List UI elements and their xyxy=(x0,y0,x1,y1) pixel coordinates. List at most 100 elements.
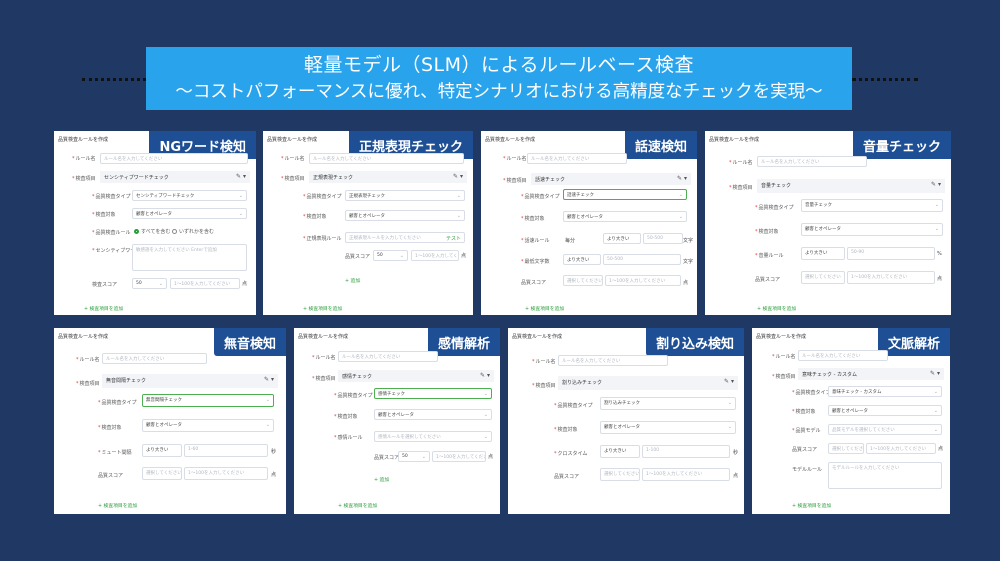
chevron-down-icon: ⌄ xyxy=(456,213,461,219)
volume-input[interactable]: 50-90 xyxy=(847,247,935,260)
panel-speech-speed: 品質検査ルールを作成 話速検知 *ルール名 ルール名を入力してください *検査項… xyxy=(481,131,697,315)
pencil-icon[interactable]: ✎ ▾ xyxy=(453,173,463,180)
chevron-down-icon: ⌄ xyxy=(265,422,270,428)
score-input[interactable]: 1〜100を入力してください xyxy=(432,451,486,462)
target-select[interactable]: 顧客とオペレータ ⌄ xyxy=(142,419,274,432)
check-type-select[interactable]: 意味チェック - カスタム ⌄ xyxy=(828,386,942,397)
banner-subtitle: ～コストパフォーマンスに優れ、特定シナリオにおける高精度なチェックを実現～ xyxy=(175,82,823,102)
pencil-icon[interactable]: ✎ ▾ xyxy=(931,181,941,188)
pencil-icon[interactable]: ✎ ▾ xyxy=(264,376,274,383)
target-select[interactable]: 顧客とオペレータ ⌄ xyxy=(801,223,943,236)
chevron-down-icon: ⌄ xyxy=(483,434,488,440)
speed-compare-select[interactable]: より大きい xyxy=(603,233,641,244)
volume-compare-select[interactable]: より大きい xyxy=(801,247,845,260)
check-type-select[interactable]: 音量チェック ⌄ xyxy=(801,199,943,212)
feature-badge: 音量チェック xyxy=(852,131,951,159)
check-type-select[interactable]: センシティブワードチェック ⌄ xyxy=(132,190,247,201)
words-input[interactable]: 敏感語を入力してください Enterで追加 xyxy=(132,244,247,271)
score-input[interactable]: 1〜100を入力してください xyxy=(847,271,935,284)
target-label: *検査対象 xyxy=(755,229,779,235)
add-item-link[interactable]: + 検査項目を追加 xyxy=(525,305,564,312)
model-select[interactable]: 品質モデルを選択してください ⌄ xyxy=(828,424,942,435)
rule-label: *品質検査ルール xyxy=(92,230,131,236)
add-item-link[interactable]: + 検査項目を追加 xyxy=(792,502,831,509)
rule-name-input[interactable]: ルール名を入力してください xyxy=(100,153,248,164)
rule-name-input[interactable]: ルール名を入力してください xyxy=(338,351,438,362)
score-select[interactable]: 選択してください xyxy=(142,467,182,480)
score-input[interactable]: 1〜100を入力してください xyxy=(170,278,240,289)
pencil-icon[interactable]: ✎ ▾ xyxy=(236,173,246,180)
rule-name-input[interactable]: ルール名を入力してください xyxy=(309,153,464,164)
cross-time-compare-select[interactable]: より大きい xyxy=(600,445,640,458)
points-unit: 点 xyxy=(271,472,277,478)
add-item-link[interactable]: + 検査項目を追加 xyxy=(338,502,377,509)
radio-all[interactable] xyxy=(134,229,139,234)
target-select[interactable]: 顧客とオペレータ ⌄ xyxy=(132,208,247,219)
add-item-link[interactable]: + 検査項目を追加 xyxy=(757,305,796,312)
chevron-down-icon: ⌄ xyxy=(933,389,938,395)
target-select[interactable]: 顧客とオペレータ ⌄ xyxy=(828,405,942,416)
radio-any[interactable] xyxy=(172,229,177,234)
score-select[interactable]: 50 ⌄ xyxy=(373,250,408,261)
form-title: 品質検査ルールを作成 xyxy=(756,334,807,340)
min-chars-compare-select[interactable]: より大きい xyxy=(563,254,601,265)
check-type-select[interactable]: 話速チェック ⌄ xyxy=(563,189,687,200)
check-type-select[interactable]: 正規表現チェック ⌄ xyxy=(345,190,465,201)
score-input[interactable]: 1〜100を入力してください xyxy=(605,275,681,286)
target-label: *検査対象 xyxy=(98,425,122,431)
target-select[interactable]: 顧客とオペレータ ⌄ xyxy=(563,211,687,222)
check-type-label: *品質検査タイプ xyxy=(755,205,794,211)
rule-name-input[interactable]: ルール名を入力してください xyxy=(798,350,888,361)
rule-name-input[interactable]: ルール名を入力してください xyxy=(757,156,867,167)
score-select[interactable]: 50 ⌄ xyxy=(398,451,430,462)
min-chars-label: *最低文字数 xyxy=(521,259,550,265)
score-input[interactable]: 1〜100を入力してください xyxy=(866,443,936,454)
min-chars-input[interactable]: 50-500 xyxy=(603,254,681,265)
form-title: 品質検査ルールを作成 xyxy=(58,137,109,143)
chevron-down-icon: ⌄ xyxy=(678,192,683,198)
target-select[interactable]: 顧客とオペレータ ⌄ xyxy=(600,421,736,434)
rule-name-label: *ルール名 xyxy=(729,160,753,166)
check-type-select[interactable]: 無音間隔チェック ⌄ xyxy=(142,394,274,407)
speed-input[interactable]: 50-500 xyxy=(643,233,683,244)
add-item-link[interactable]: + 検査項目を追加 xyxy=(98,502,137,509)
score-select[interactable]: 選択してください xyxy=(801,271,845,284)
regex-rule-input[interactable]: 正規表現ルールを入力してください テスト xyxy=(345,232,465,243)
add-rule-link[interactable]: + 追加 xyxy=(345,277,360,284)
mute-compare-select[interactable]: より大きい xyxy=(142,444,182,457)
add-item-link[interactable]: + 検査項目を追加 xyxy=(303,305,342,312)
score-select[interactable]: 選択してください xyxy=(600,468,640,481)
cross-time-label: *クロスタイム xyxy=(554,451,588,457)
check-item-header: センシティブワードチェック ✎ ▾ xyxy=(100,171,250,183)
rule-name-input[interactable]: ルール名を入力してください xyxy=(558,355,668,366)
model-rule-input[interactable]: モデルルールを入力してください xyxy=(828,462,942,489)
score-input[interactable]: 1〜100を入力してください xyxy=(642,468,730,481)
chevron-down-icon: ⌄ xyxy=(933,408,938,414)
mute-input[interactable]: 1-60 xyxy=(184,444,268,457)
cross-time-input[interactable]: 1-100 xyxy=(642,445,730,458)
score-select[interactable]: 選択してください xyxy=(828,443,864,454)
emotion-rule-select[interactable]: 感情ルールを選択してください ⌄ xyxy=(374,431,492,442)
feature-badge: 無音検知 xyxy=(213,328,286,356)
pencil-icon[interactable]: ✎ ▾ xyxy=(724,378,734,385)
add-item-link[interactable]: + 検査項目を追加 xyxy=(84,305,123,312)
panel-interruption: 品質検査ルールを作成 割り込み検知 *ルール名 ルール名を入力してください *検… xyxy=(508,328,744,514)
test-button[interactable]: テスト xyxy=(446,235,461,242)
rule-name-input[interactable]: ルール名を入力してください xyxy=(527,153,627,164)
check-type-select[interactable]: 感情チェック ⌄ xyxy=(374,388,492,399)
target-select[interactable]: 顧客とオペレータ ⌄ xyxy=(374,409,492,420)
score-input[interactable]: 1〜100を入力してください xyxy=(184,467,268,480)
pencil-icon[interactable]: ✎ ▾ xyxy=(480,372,490,379)
score-select[interactable]: 選択してください xyxy=(563,275,603,286)
score-select[interactable]: 50 ⌄ xyxy=(132,278,167,289)
target-select[interactable]: 顧客とオペレータ ⌄ xyxy=(345,210,465,221)
model-rule-label: モデルルール xyxy=(792,467,823,473)
add-rule-link[interactable]: + 追加 xyxy=(374,476,389,483)
score-input[interactable]: 1〜100を入力してください xyxy=(411,250,459,261)
check-type-select[interactable]: 割り込みチェック ⌄ xyxy=(600,397,736,410)
rule-name-input[interactable]: ルール名を入力してください xyxy=(102,353,207,364)
chevron-down-icon: ⌄ xyxy=(934,202,939,208)
check-item-label: *検査項目 xyxy=(503,178,527,184)
pencil-icon[interactable]: ✎ ▾ xyxy=(677,175,687,182)
pencil-icon[interactable]: ✎ ▾ xyxy=(930,370,940,377)
